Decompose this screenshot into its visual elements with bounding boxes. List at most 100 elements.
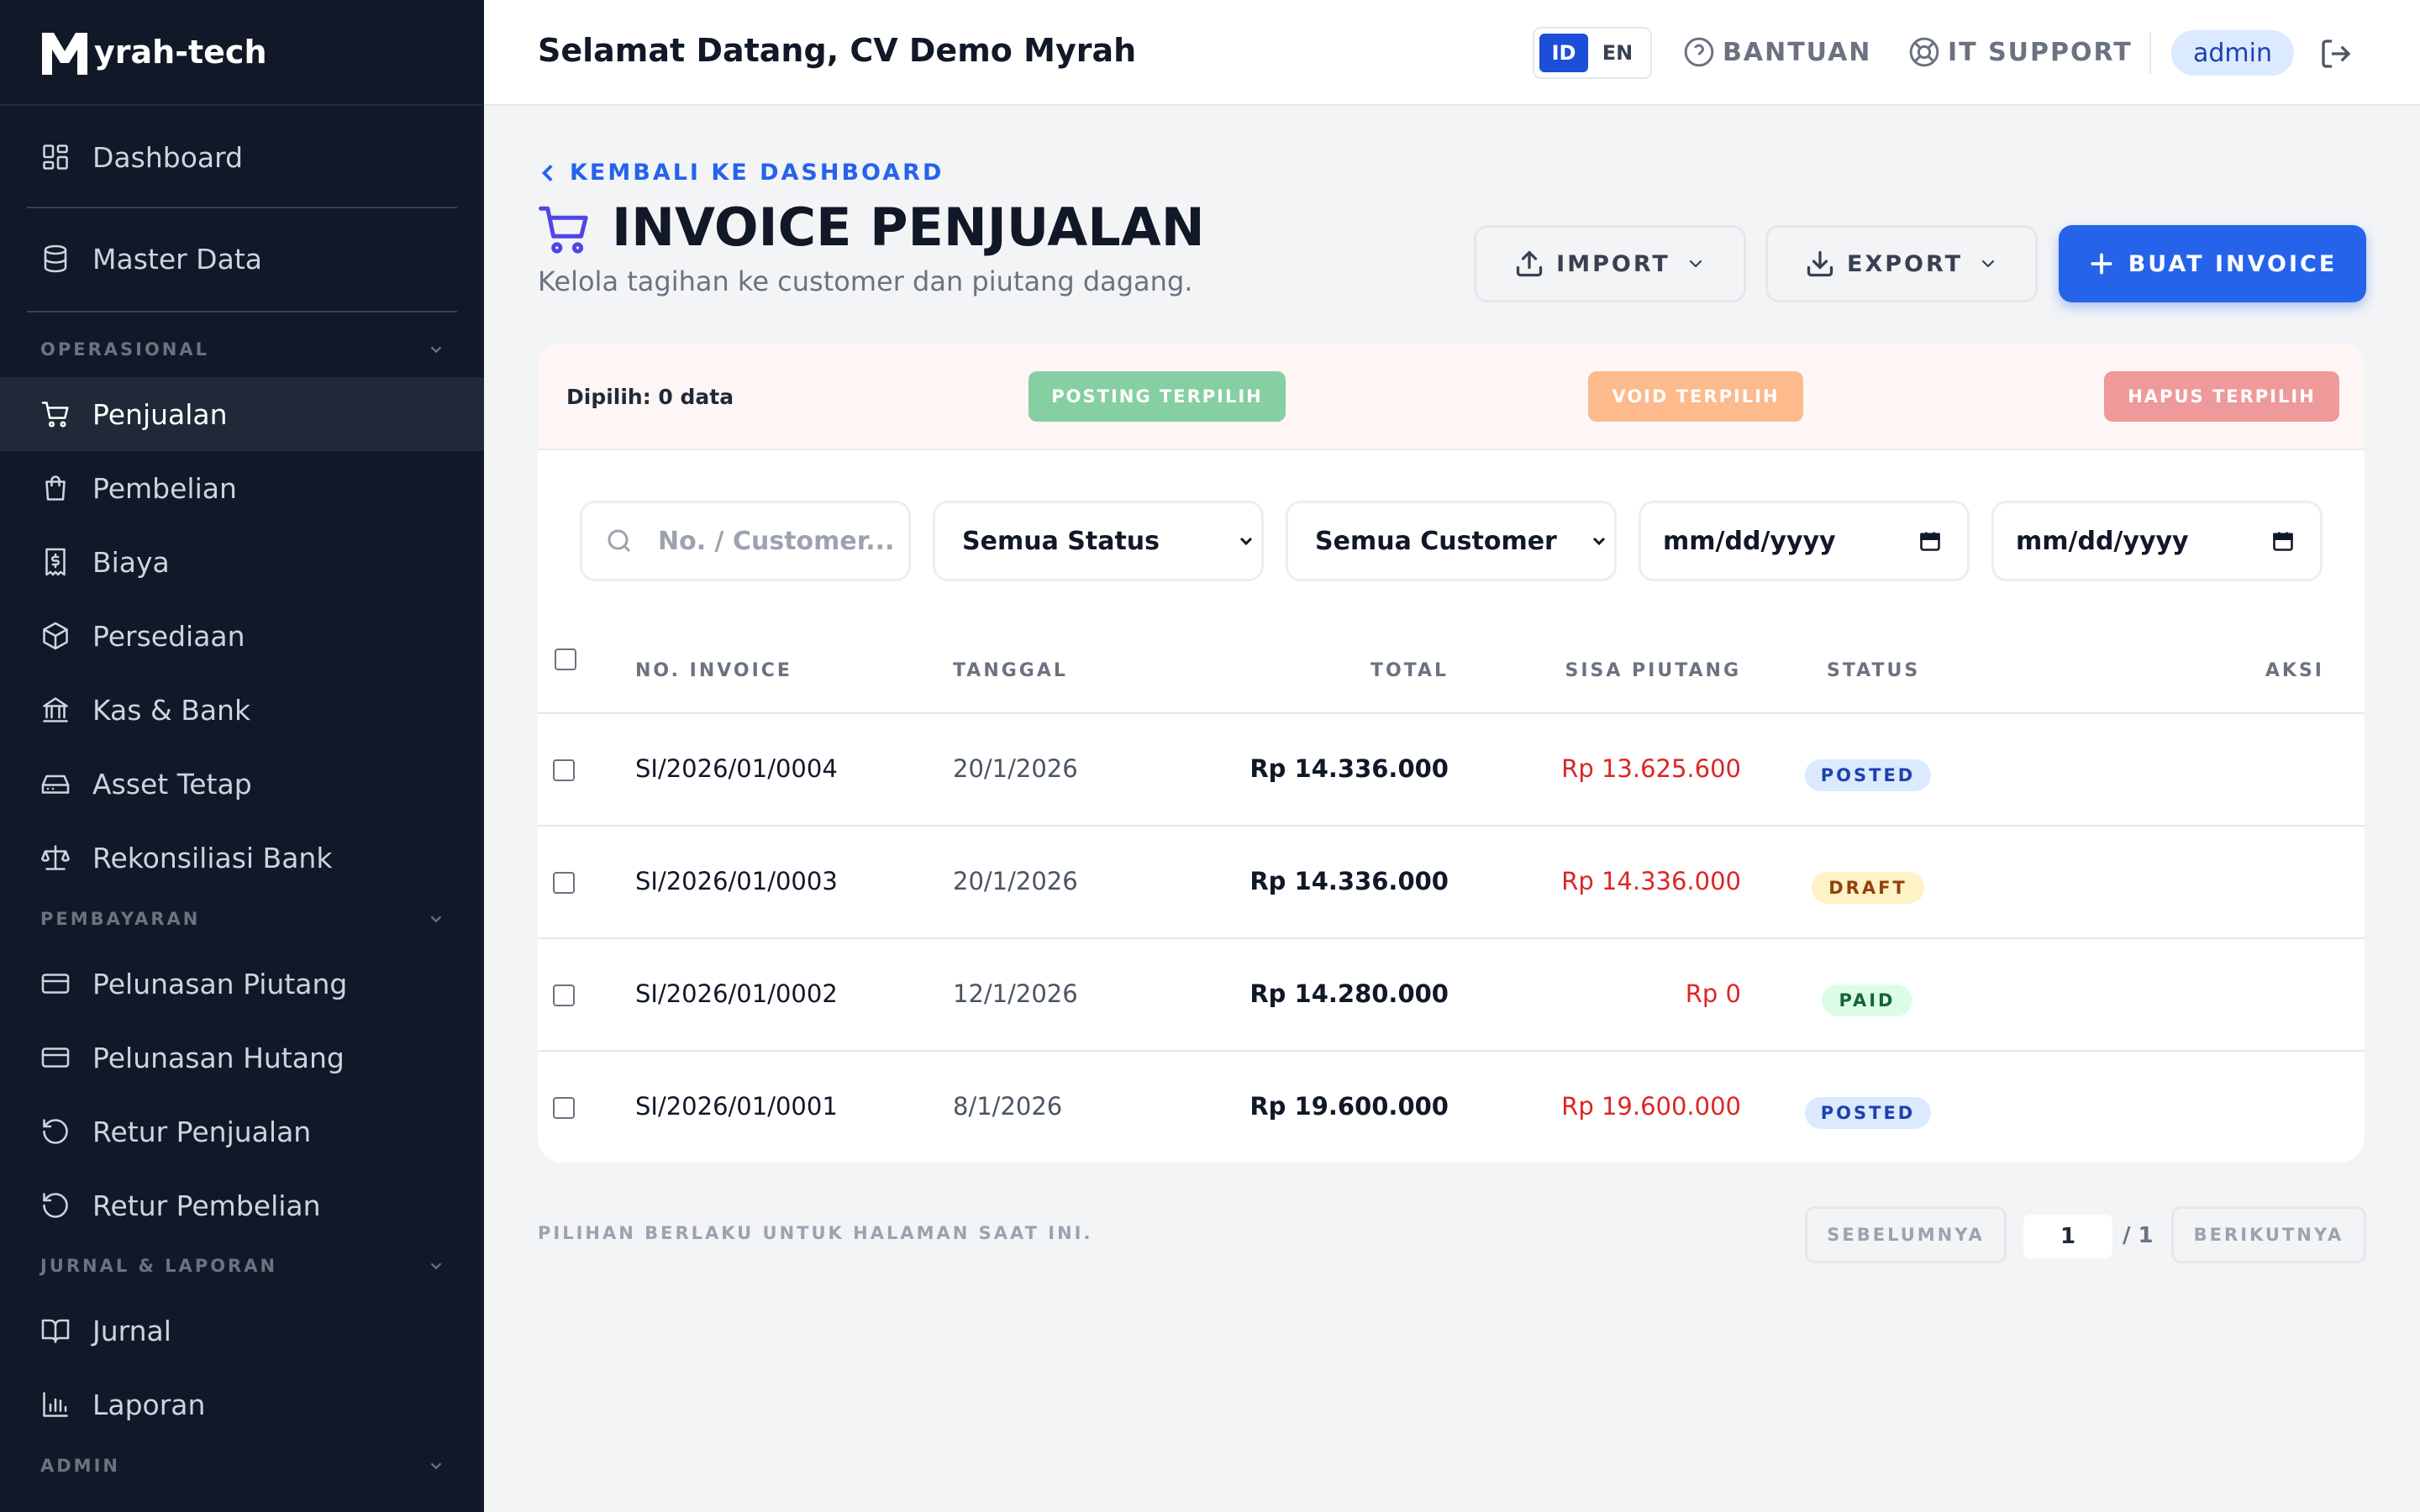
page-total: / 1	[2123, 1223, 2154, 1248]
previous-page-button[interactable]: SEBELUMNYA	[1805, 1206, 2007, 1263]
next-page-button[interactable]: BERIKUTNYA	[2171, 1206, 2366, 1263]
column-header[interactable]: SISA PIUTANG	[1565, 660, 1741, 681]
post-selected-button[interactable]: POSTING TERPILIH	[1028, 371, 1286, 422]
status-select[interactable]: Semua Status	[933, 501, 1264, 581]
back-to-dashboard-link[interactable]: KEMBALI KE DASHBOARD	[538, 160, 944, 186]
brand-name: yrah-tech	[94, 34, 267, 71]
date-from-input[interactable]: mm/dd/yyyy	[1639, 501, 1970, 581]
sidebar-item-kas-bank[interactable]: Kas & Bank	[0, 673, 484, 747]
column-header[interactable]: TANGGAL	[953, 660, 1068, 681]
column-header[interactable]: TOTAL	[1370, 660, 1449, 681]
sidebar-item-label: Rekonsiliasi Bank	[92, 841, 333, 874]
table-row[interactable]: SI/2026/01/0002 12/1/2026 Rp 14.280.000 …	[538, 939, 2365, 1052]
status-select-value: Semua Status	[962, 526, 1160, 556]
table-header: NO. INVOICE TANGGAL TOTAL SISA PIUTANG S…	[538, 610, 2365, 714]
sidebar-item-label: Persediaan	[92, 619, 245, 653]
calendar-icon	[1920, 532, 1940, 551]
page-number-input[interactable]: 1	[2023, 1215, 2112, 1258]
chevron-down-icon	[430, 916, 442, 923]
sidebar-item-rekonsiliasi-bank[interactable]: Rekonsiliasi Bank	[0, 821, 484, 895]
calendar-icon	[2273, 532, 2293, 551]
invoice-number[interactable]: SI/2026/01/0004	[635, 754, 838, 783]
invoice-number[interactable]: SI/2026/01/0003	[635, 867, 838, 895]
search-input[interactable]: No. / Customer...	[580, 501, 911, 581]
sidebar-item-biaya[interactable]: Biaya	[0, 525, 484, 599]
lang-id-button[interactable]: ID	[1539, 34, 1588, 72]
import-button[interactable]: IMPORT	[1474, 225, 1746, 302]
card-icon	[41, 1047, 70, 1068]
sidebar-item-retur-penjualan[interactable]: Retur Penjualan	[0, 1095, 484, 1168]
row-checkbox[interactable]	[553, 984, 575, 1006]
date-to-input[interactable]: mm/dd/yyyy	[1991, 501, 2323, 581]
customer-select[interactable]: Semua Customer	[1286, 501, 1617, 581]
invoice-total: Rp 14.336.000	[1249, 754, 1449, 783]
return-icon	[43, 1119, 68, 1144]
sidebar-item-label: Retur Penjualan	[92, 1115, 312, 1148]
user-badge[interactable]: admin	[2171, 30, 2294, 76]
brand[interactable]: yrah-tech	[0, 0, 484, 106]
return-icon	[43, 1193, 68, 1218]
sidebar-item-dashboard[interactable]: Dashboard	[0, 120, 484, 194]
invoice-total: Rp 19.600.000	[1249, 1092, 1449, 1121]
import-label: IMPORT	[1556, 250, 1670, 277]
invoice-date: 12/1/2026	[953, 979, 1078, 1008]
invoice-date: 8/1/2026	[953, 1092, 1063, 1121]
it-support-label: IT SUPPORT	[1948, 37, 2133, 67]
sidebar-item-persediaan[interactable]: Persediaan	[0, 599, 484, 673]
welcome-text: Selamat Datang, CV Demo Myrah	[538, 32, 1137, 69]
lang-en-button[interactable]: EN	[1595, 41, 1640, 65]
sidebar-item-retur-pembelian[interactable]: Retur Pembelian	[0, 1168, 484, 1242]
row-checkbox[interactable]	[553, 872, 575, 894]
export-button[interactable]: EXPORT	[1765, 225, 2038, 302]
chevron-down-icon	[430, 1263, 442, 1270]
selection-note: PILIHAN BERLAKU UNTUK HALAMAN SAAT INI.	[538, 1223, 1093, 1243]
invoice-number[interactable]: SI/2026/01/0001	[635, 1092, 838, 1121]
column-header[interactable]: NO. INVOICE	[635, 660, 792, 681]
chevron-down-icon	[1689, 260, 1702, 268]
it-support-link[interactable]: IT SUPPORT	[1907, 35, 2133, 69]
download-icon	[1807, 250, 1833, 277]
row-checkbox[interactable]	[553, 759, 575, 781]
plus-icon	[2091, 253, 2112, 275]
logout-icon[interactable]	[2319, 37, 2353, 71]
invoice-number[interactable]: SI/2026/01/0002	[635, 979, 838, 1008]
table-row[interactable]: SI/2026/01/0004 20/1/2026 Rp 14.336.000 …	[538, 714, 2365, 827]
sidebar-item-label: Asset Tetap	[92, 767, 252, 801]
app: yrah-tech Dashboard Master Data OPERASIO…	[0, 0, 2420, 1512]
page-title: INVOICE PENJUALAN	[612, 197, 1205, 258]
sidebar-item-asset-tetap[interactable]: Asset Tetap	[0, 747, 484, 821]
table-row[interactable]: SI/2026/01/0001 8/1/2026 Rp 19.600.000 R…	[538, 1052, 2365, 1163]
page-subtitle: Kelola tagihan ke customer dan piutang d…	[538, 265, 1193, 297]
row-checkbox[interactable]	[553, 1097, 575, 1119]
sidebar-item-master-data[interactable]: Master Data	[0, 222, 484, 296]
sidebar-item-pembelian[interactable]: Pembelian	[0, 451, 484, 525]
myrah-logo-icon	[42, 33, 87, 75]
sidebar-item-pelunasan-hutang[interactable]: Pelunasan Hutang	[0, 1021, 484, 1095]
create-invoice-button[interactable]: BUAT INVOICE	[2059, 225, 2366, 302]
chart-icon	[43, 1392, 68, 1417]
invoice-date: 20/1/2026	[953, 754, 1078, 783]
void-selected-button[interactable]: VOID TERPILIH	[1588, 371, 1803, 422]
language-switch: ID EN	[1533, 27, 1652, 79]
column-header[interactable]: STATUS	[1827, 660, 1920, 681]
section-pembayaran[interactable]: PEMBAYARAN	[40, 909, 445, 929]
table-row[interactable]: SI/2026/01/0003 20/1/2026 Rp 14.336.000 …	[538, 827, 2365, 939]
section-jurnal-laporan[interactable]: JURNAL & LAPORAN	[40, 1256, 445, 1276]
section-admin[interactable]: ADMIN	[40, 1456, 445, 1476]
section-operasional[interactable]: OPERASIONAL	[40, 339, 445, 360]
help-link[interactable]: BANTUAN	[1682, 35, 1871, 69]
section-label: JURNAL & LAPORAN	[40, 1256, 278, 1276]
back-label: KEMBALI KE DASHBOARD	[570, 160, 944, 186]
sidebar-item-label: Pembelian	[92, 471, 237, 505]
sidebar-item-laporan[interactable]: Laporan	[0, 1368, 484, 1441]
help-label: BANTUAN	[1723, 37, 1872, 67]
sidebar-item-jurnal[interactable]: Jurnal	[0, 1294, 484, 1368]
sidebar-item-pelunasan-piutang[interactable]: Pelunasan Piutang	[0, 947, 484, 1021]
select-all-checkbox[interactable]	[555, 648, 576, 670]
sidebar-item-label: Retur Pembelian	[92, 1189, 321, 1222]
delete-selected-button[interactable]: HAPUS TERPILIH	[2104, 371, 2339, 422]
sidebar-item-label: Biaya	[92, 545, 170, 579]
sidebar-item-penjualan[interactable]: Penjualan	[0, 377, 484, 451]
cart-icon	[539, 206, 588, 254]
filter-bar: No. / Customer... Semua Status Semua Cus…	[538, 450, 2365, 610]
